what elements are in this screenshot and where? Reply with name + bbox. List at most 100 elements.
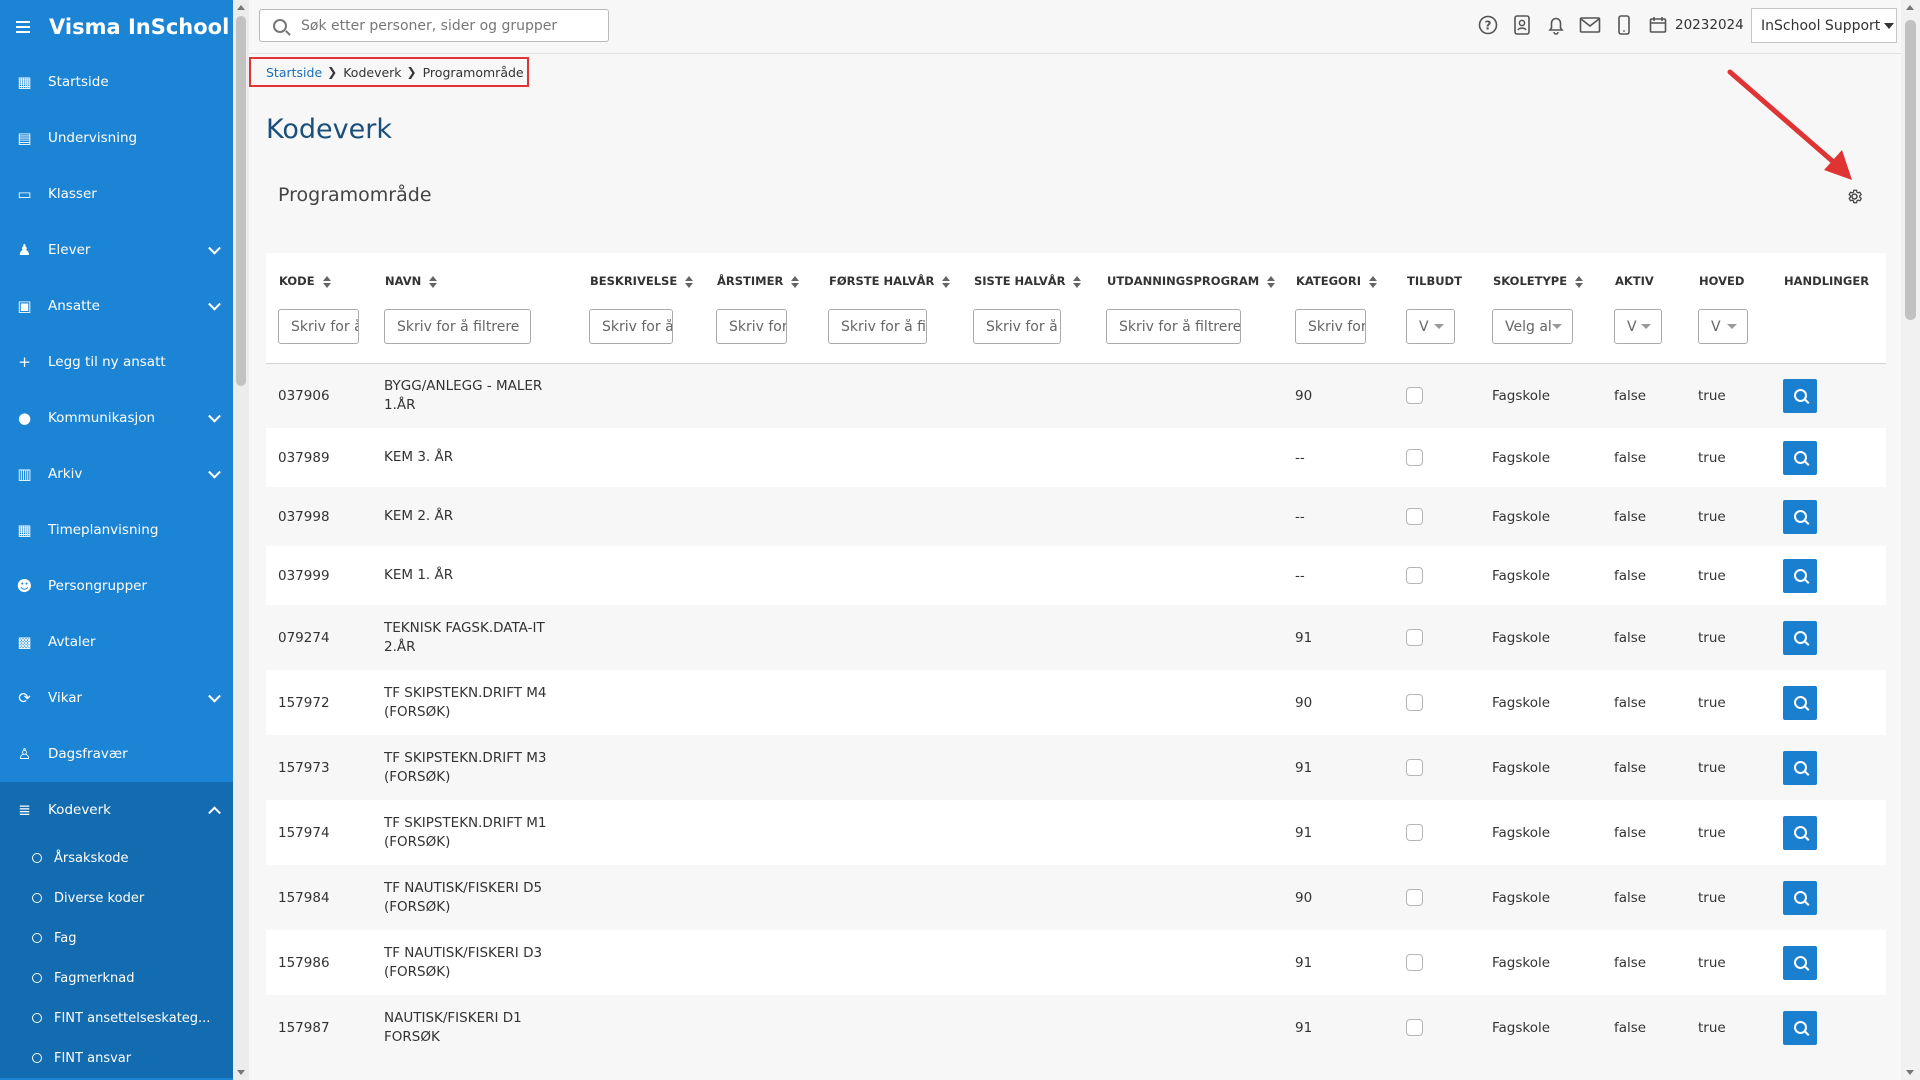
main-scrollbar[interactable] (1901, 0, 1920, 1080)
filter-input[interactable] (1295, 309, 1366, 344)
breadcrumb-middle[interactable]: Kodeverk (343, 65, 401, 80)
tilbudt-checkbox[interactable] (1406, 889, 1423, 906)
breadcrumb-home[interactable]: Startside (266, 65, 322, 80)
sort-icon[interactable] (1267, 275, 1276, 288)
sort-icon[interactable] (791, 275, 800, 288)
sort-icon[interactable] (1368, 275, 1377, 288)
view-button[interactable] (1783, 558, 1817, 593)
filter-input[interactable] (384, 309, 531, 344)
column-header-1[interactable]: NAVN (372, 253, 577, 309)
user-menu[interactable]: InSchool Support (1751, 8, 1897, 43)
contact-card-icon[interactable] (1511, 14, 1533, 36)
sidebar-item-6[interactable]: ● Kommunikasjon (0, 390, 233, 446)
scroll-up-icon[interactable] (1906, 5, 1914, 10)
sidebar-item-1[interactable]: ▤ Undervisning (0, 110, 233, 166)
sort-icon[interactable] (429, 275, 438, 288)
tilbudt-checkbox[interactable] (1406, 629, 1423, 646)
submenu-item-1[interactable]: Diverse koder (0, 878, 233, 918)
sidebar-item-11[interactable]: ⟳ Vikar (0, 670, 233, 726)
search-icon (1793, 891, 1807, 904)
sidebar-item-2[interactable]: ▭ Klasser (0, 166, 233, 222)
filter-input[interactable] (278, 309, 359, 344)
sidebar-item-4[interactable]: ▣ Ansatte (0, 278, 233, 334)
sort-icon[interactable] (942, 275, 951, 288)
sidebar-item-5[interactable]: + Legg til ny ansatt (0, 334, 233, 390)
filter-input[interactable] (828, 309, 927, 344)
sidebar-item-0[interactable]: ▦ Startside (0, 54, 233, 110)
sidebar-item-3[interactable]: ♟ Elever (0, 222, 233, 278)
filter-input[interactable] (589, 309, 673, 344)
tilbudt-checkbox[interactable] (1406, 954, 1423, 971)
filter-select[interactable]: Velg alle (1492, 309, 1573, 344)
sidebar-scrollbar[interactable] (233, 0, 249, 1080)
filter-select[interactable]: V (1698, 309, 1748, 344)
mail-icon[interactable] (1579, 14, 1601, 36)
submenu-item-2[interactable]: Fag (0, 918, 233, 958)
global-search[interactable] (259, 9, 609, 42)
view-button[interactable] (1783, 620, 1817, 655)
filter-select[interactable]: V (1614, 309, 1662, 344)
tilbudt-checkbox[interactable] (1406, 387, 1423, 405)
tilbudt-checkbox[interactable] (1406, 508, 1423, 525)
column-header-4[interactable]: FØRSTE HALVÅR (816, 253, 961, 309)
tilbudt-checkbox[interactable] (1406, 694, 1423, 711)
view-button[interactable] (1783, 378, 1817, 413)
help-icon[interactable]: ? (1477, 14, 1499, 36)
tilbudt-checkbox[interactable] (1406, 759, 1423, 776)
sort-icon[interactable] (685, 275, 694, 288)
scrollbar-thumb[interactable] (1905, 20, 1916, 320)
filter-input[interactable] (716, 309, 787, 344)
filter-input[interactable] (973, 309, 1061, 344)
sidebar-item-8[interactable]: ▦ Timeplanvisning (0, 502, 233, 558)
view-button[interactable] (1783, 815, 1817, 850)
view-button[interactable] (1783, 685, 1817, 720)
tilbudt-checkbox[interactable] (1406, 567, 1423, 584)
view-button[interactable] (1783, 1010, 1817, 1045)
column-header-12: HANDLINGER (1771, 253, 1886, 309)
view-button[interactable] (1783, 440, 1817, 475)
view-button[interactable] (1783, 750, 1817, 785)
mobile-icon[interactable] (1613, 14, 1635, 36)
scroll-up-icon[interactable] (237, 5, 245, 10)
view-button[interactable] (1783, 499, 1817, 534)
sidebar-item-12[interactable]: ♙ Dagsfravær (0, 726, 233, 782)
scrollbar-thumb[interactable] (236, 16, 246, 386)
column-header-6[interactable]: UTDANNINGSPROGRAM (1094, 253, 1283, 309)
submenu-item-3[interactable]: Fagmerknad (0, 958, 233, 998)
sidebar-item-7[interactable]: ▥ Arkiv (0, 446, 233, 502)
column-header-7[interactable]: KATEGORI (1283, 253, 1394, 309)
view-button[interactable] (1783, 945, 1817, 980)
cell-kode: 037989 (266, 428, 372, 487)
filter-select[interactable]: V (1406, 309, 1455, 344)
school-year[interactable]: 20232024 (1675, 17, 1744, 33)
cell-hoved: true (1686, 800, 1771, 865)
submenu-item-4[interactable]: FINT ansettelseskateg... (0, 998, 233, 1038)
cell-kode: 157974 (266, 800, 372, 865)
cell-arstimer (704, 670, 816, 735)
scroll-down-icon[interactable] (1906, 1070, 1914, 1075)
column-header-0[interactable]: KODE (266, 253, 372, 309)
sort-icon[interactable] (1575, 275, 1584, 288)
hamburger-menu-icon[interactable] (16, 18, 30, 36)
sort-icon[interactable] (322, 275, 331, 288)
column-header-3[interactable]: ÅRSTIMER (704, 253, 816, 309)
sidebar-item-10[interactable]: ▩ Avtaler (0, 614, 233, 670)
cell-forste-halvar (816, 735, 961, 800)
bell-icon[interactable] (1545, 14, 1567, 36)
tilbudt-checkbox[interactable] (1406, 1019, 1423, 1036)
tilbudt-checkbox[interactable] (1406, 449, 1423, 466)
sort-icon[interactable] (1073, 275, 1082, 288)
search-input[interactable] (301, 17, 591, 34)
column-header-5[interactable]: SISTE HALVÅR (961, 253, 1094, 309)
submenu-item-5[interactable]: FINT ansvar (0, 1038, 233, 1078)
sidebar-item-9[interactable]: ☻ Persongrupper (0, 558, 233, 614)
tilbudt-checkbox[interactable] (1406, 824, 1423, 841)
scroll-down-icon[interactable] (237, 1070, 245, 1075)
calendar-icon[interactable] (1647, 14, 1669, 36)
view-button[interactable] (1783, 880, 1817, 915)
sidebar-item-13[interactable]: ≣ Kodeverk (0, 782, 233, 838)
column-header-2[interactable]: BESKRIVELSE (577, 253, 704, 309)
submenu-item-0[interactable]: Årsakskode (0, 838, 233, 878)
column-header-9[interactable]: SKOLETYPE (1480, 253, 1602, 309)
filter-input[interactable] (1106, 309, 1241, 344)
